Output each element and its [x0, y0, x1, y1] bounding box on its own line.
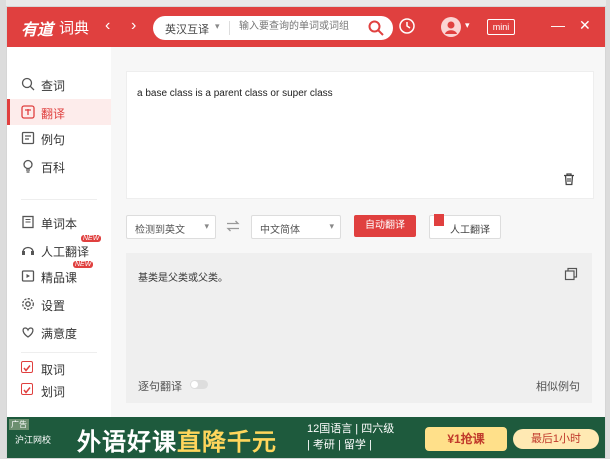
sidebar-item-wordbook[interactable]: 单词本	[7, 209, 111, 235]
sidebar-divider	[21, 199, 97, 200]
ad-tag: 广告	[9, 419, 29, 430]
wordbook-icon	[21, 215, 35, 229]
new-badge: NEW	[73, 261, 94, 268]
sidebar-item-label: 单词本	[41, 217, 78, 231]
source-text-area[interactable]: a base class is a parent class or super …	[126, 71, 594, 199]
nav-back-button[interactable]: ‹	[105, 17, 110, 35]
sidebar-item-examples[interactable]: 例句	[7, 125, 111, 151]
sidebar-item-translate[interactable]: 翻译	[7, 99, 111, 125]
ad-banner[interactable]: 广告 沪江网校 外语好课直降千元 12国语言 | 四六级 | 考研 | 留学 |…	[7, 417, 605, 458]
sidebar-item-settings[interactable]: 设置	[7, 291, 111, 317]
ad-tags: 12国语言 | 四六级 | 考研 | 留学 |	[307, 421, 417, 453]
ad-headline: 外语好课直降千元	[77, 422, 277, 457]
sidebar-item-label: 精品课	[41, 271, 78, 285]
ad-headline-part-a: 外语好课	[77, 429, 177, 456]
search-mode-select[interactable]: 英汉互译	[165, 21, 209, 37]
close-button[interactable]: ✕	[579, 17, 591, 34]
ad-headline-part-b: 直降千元	[177, 429, 277, 456]
sidebar-item-label: 翻译	[41, 107, 66, 121]
sentence-by-sentence-toggle[interactable]	[190, 380, 208, 389]
source-language-select[interactable]: 检测到英文 ▾	[126, 215, 216, 239]
ad-logo: 沪江网校	[15, 435, 52, 445]
search-bar: 英汉互译 ▾	[153, 16, 393, 40]
sidebar-item-lookup[interactable]: 查词	[7, 71, 111, 97]
sidebar-item-label: 取词	[41, 363, 66, 377]
auto-translate-button[interactable]: 自动翻译	[354, 215, 416, 237]
ad-countdown-button[interactable]: 最后1小时	[513, 429, 599, 449]
sentence-by-sentence-label: 逐句翻译	[138, 381, 182, 393]
target-language-value: 中文简体	[260, 225, 300, 236]
gear-icon	[21, 297, 35, 311]
swap-languages-icon[interactable]	[226, 219, 240, 236]
translate-icon	[21, 105, 35, 119]
human-translate-label: 人工翻译	[450, 225, 490, 236]
background-right	[606, 0, 610, 459]
chevron-down-icon: ▾	[204, 221, 209, 231]
sidebar-item-label: 例句	[41, 133, 66, 147]
search-icon[interactable]	[368, 20, 384, 39]
search-divider	[229, 21, 230, 35]
sidebar-item-satisfaction[interactable]: 满意度	[7, 319, 111, 345]
sidebar-item-label: 人工翻译	[41, 245, 90, 259]
app-logo: 有道	[21, 22, 54, 39]
sidebar-item-label: 百科	[41, 161, 66, 175]
source-language-value: 检测到英文	[135, 225, 185, 236]
human-translate-button[interactable]: 人工翻译	[429, 214, 501, 239]
translation-result-text: 基类是父类或父类。	[138, 273, 228, 284]
ad-tags-line: | 考研 | 留学 |	[307, 439, 372, 451]
app-logo-subtitle: 词典	[59, 20, 90, 37]
sidebar-item-label: 划词	[41, 385, 66, 399]
ad-tags-line: 12国语言 | 四六级	[307, 423, 395, 435]
select-word-checkbox[interactable]	[21, 383, 33, 395]
user-menu-chevron-icon[interactable]: ▾	[465, 20, 470, 31]
sidebar-item-human-translate[interactable]: 人工翻译 NEW	[7, 235, 111, 263]
copy-icon[interactable]	[564, 267, 578, 284]
sidebar-item-courses[interactable]: 精品课 NEW	[7, 261, 111, 289]
nav-forward-button[interactable]: ›	[131, 17, 136, 35]
sidebar-item-label: 设置	[41, 299, 66, 313]
target-language-select[interactable]: 中文简体 ▾	[251, 215, 341, 239]
history-clock-icon[interactable]	[399, 18, 415, 37]
heart-icon	[21, 325, 35, 339]
search-icon	[21, 77, 35, 91]
sidebar-item-label: 满意度	[41, 327, 78, 341]
language-controls: 检测到英文 ▾ 中文简体 ▾ 自动翻译 人工翻译	[126, 214, 592, 241]
translation-result-area: 基类是父类或父类。 逐句翻译 相似例句	[126, 253, 592, 403]
encyclopedia-icon	[21, 159, 35, 173]
trash-icon[interactable]	[562, 172, 576, 189]
sidebar-item-label: 查词	[41, 79, 66, 93]
capture-word-checkbox[interactable]	[21, 361, 33, 373]
chevron-down-icon: ▾	[329, 221, 334, 231]
minimize-button[interactable]: —	[551, 17, 565, 33]
new-badge: NEW	[81, 235, 102, 242]
human-translate-icon	[21, 243, 35, 257]
mini-mode-button[interactable]: mini	[487, 19, 515, 35]
search-input[interactable]	[237, 20, 361, 33]
bookmark-icon	[434, 214, 444, 226]
similar-examples-link[interactable]: 相似例句	[536, 378, 580, 394]
titlebar: 有道 词典 ‹ › 英汉互译 ▾ ▾ mini — ✕	[7, 7, 605, 47]
chevron-down-icon: ▾	[215, 21, 220, 31]
course-icon	[21, 269, 35, 283]
sidebar-item-encyclopedia[interactable]: 百科	[7, 153, 111, 179]
user-avatar[interactable]	[441, 17, 461, 37]
app-window: 有道 词典 ‹ › 英汉互译 ▾ ▾ mini — ✕ 查词	[6, 6, 606, 459]
sidebar-divider	[21, 352, 97, 353]
example-icon	[21, 131, 35, 145]
translate-panel: a base class is a parent class or super …	[111, 47, 605, 417]
sidebar: 查词 翻译 例句 百科 单词本 人工翻译 NEW 精品课 NEW 设置 满意度 …	[7, 47, 112, 417]
ad-cta-button[interactable]: ¥1抢课	[425, 427, 507, 451]
sidebar-item-select-word[interactable]: 划词	[7, 377, 111, 403]
source-text[interactable]: a base class is a parent class or super …	[137, 88, 333, 99]
